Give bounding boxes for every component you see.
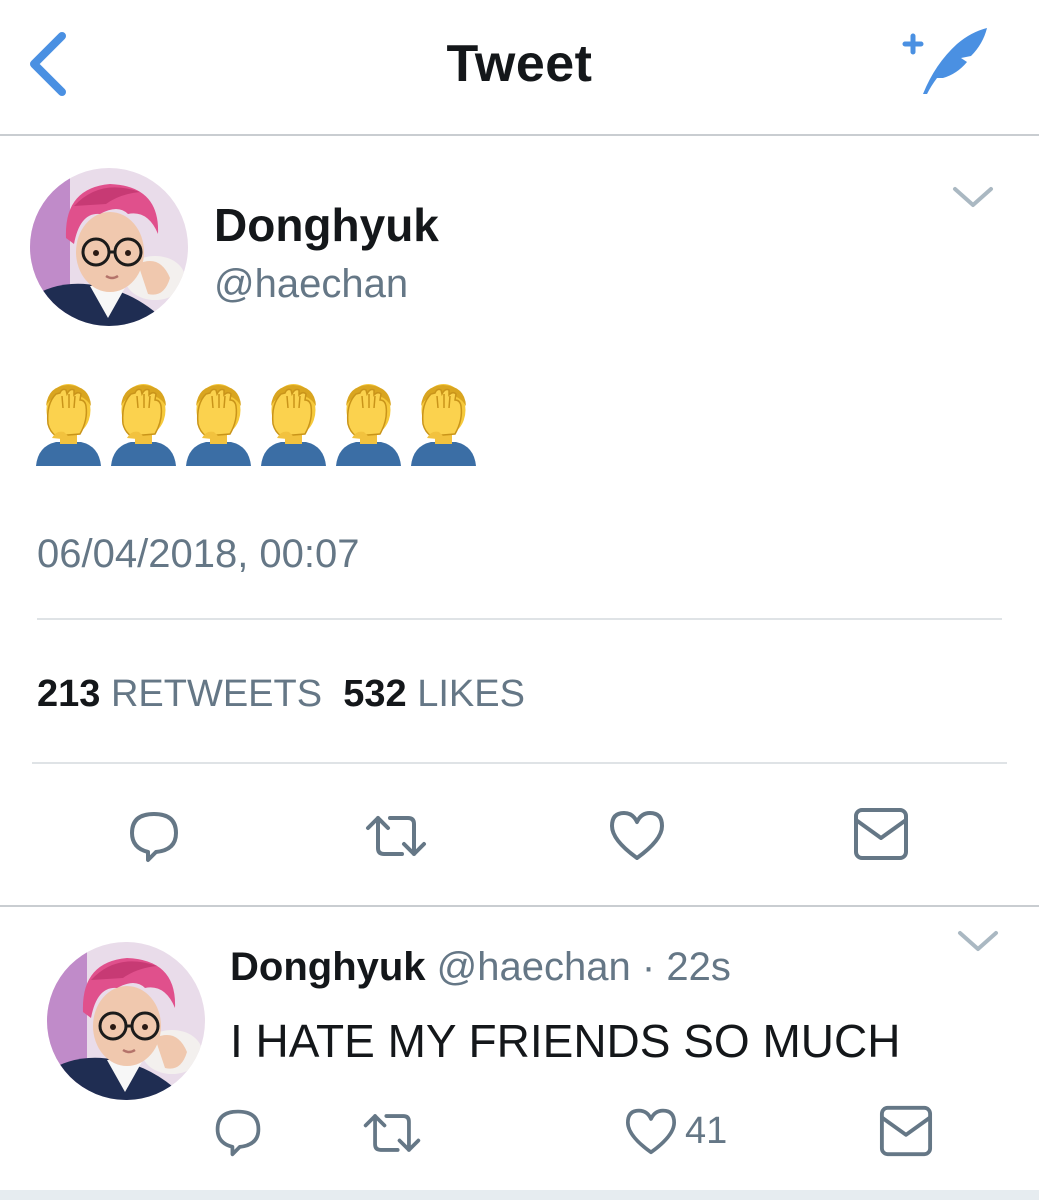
page-title: Tweet [446,35,593,93]
reply-retweet-button[interactable] [360,1108,424,1163]
compose-tweet-button[interactable] [895,22,995,104]
reply-author-name[interactable]: Donghyuk [230,945,426,989]
reply-direct-message-button[interactable] [878,1104,934,1163]
profile-photo [30,168,188,326]
likes-stat[interactable]: 532 LIKES [343,673,525,715]
facepalm-emoji-icon [107,380,180,466]
compose-quill-icon [902,28,987,94]
facepalm-emoji-icon [182,380,255,466]
avatar[interactable] [30,168,188,326]
retweet-icon [363,1114,421,1152]
next-item-divider [0,1190,1039,1200]
direct-message-button[interactable] [852,806,910,867]
like-icon [626,1108,676,1155]
reply-time: 22s [666,945,731,989]
reply-avatar[interactable] [47,942,205,1100]
direct-message-icon [879,1105,933,1157]
reply-author-handle[interactable]: @haechan [437,945,631,989]
reply-like-count: 41 [685,1110,728,1152]
reply-text: I HATE MY FRIENDS SO MUCH [230,1015,901,1067]
retweets-label: RETWEETS [110,673,323,715]
meta-separator: · [641,945,656,989]
likes-label: LIKES [417,673,525,715]
retweet-button[interactable] [362,810,430,867]
engagement-stats: 213 RETWEETS 532 LIKES [37,673,525,716]
facepalm-emoji-icon [32,380,105,466]
reply-icon [130,812,178,862]
reply-header: Donghyuk @haechan · 22s [230,945,731,990]
reply-reply-button[interactable] [212,1106,264,1163]
tweet-detail-page: Tweet Donghyuk @haechan 06/04/2018, 00:0… [0,0,1039,1200]
reply-icon [215,1109,261,1157]
like-button[interactable] [608,808,666,867]
tweet-content [32,380,480,470]
direct-message-icon [854,808,908,860]
likes-count: 532 [343,673,407,715]
author-handle[interactable]: @haechan [214,262,408,307]
tweet-options-button[interactable] [950,183,996,213]
reply-button[interactable] [126,808,182,869]
chevron-down-icon [953,187,993,207]
retweets-stat[interactable]: 213 RETWEETS [37,673,322,715]
facepalm-emoji-icon [257,380,330,466]
retweet-icon [366,816,426,856]
retweets-count: 213 [37,673,101,715]
facepalm-emoji-icon [407,380,480,466]
section-divider [0,905,1039,907]
tweet-timestamp: 06/04/2018, 00:07 [37,532,360,576]
reply-like-button[interactable] [624,1106,678,1161]
reply-options-button[interactable] [955,927,1001,957]
facepalm-emoji-icon [332,380,405,466]
like-icon [610,811,664,860]
profile-photo [47,942,205,1100]
top-nav-bar: Tweet [0,0,1039,136]
author-name[interactable]: Donghyuk [214,198,439,252]
divider [37,618,1002,620]
divider [32,762,1007,764]
chevron-down-icon [958,931,998,951]
